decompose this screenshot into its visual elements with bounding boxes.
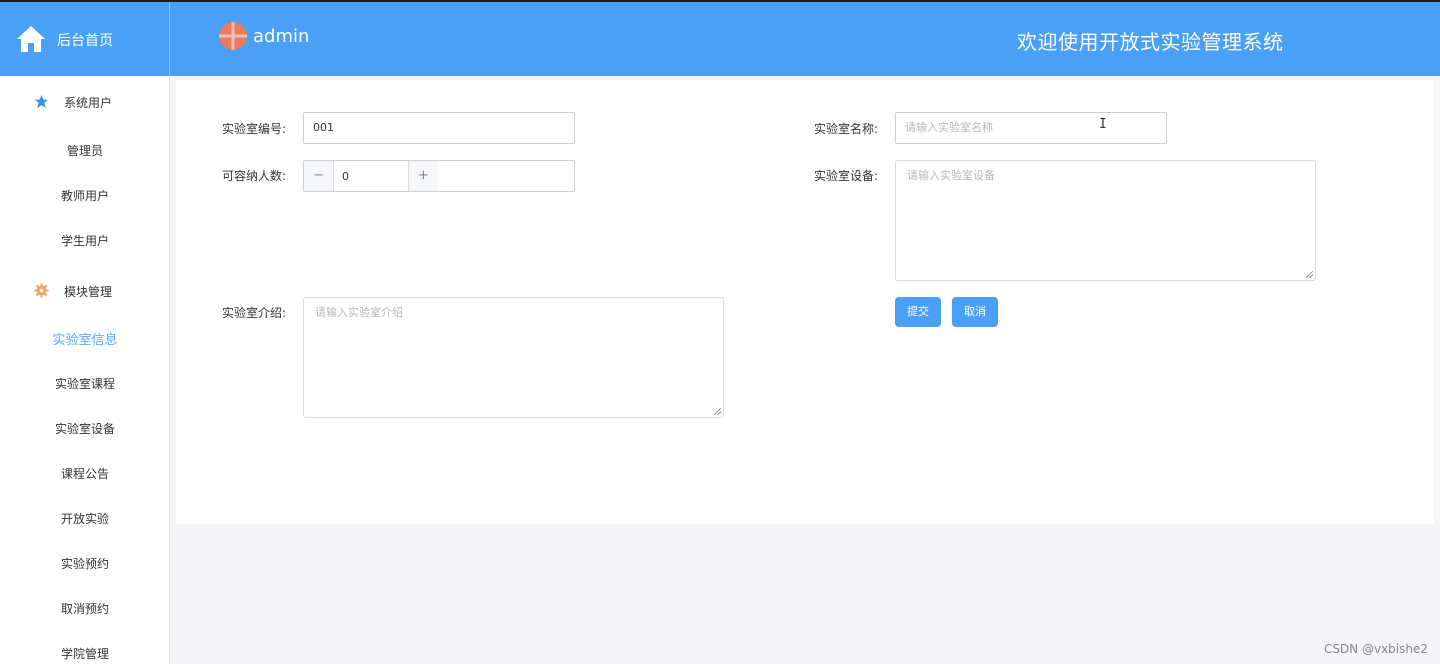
sidebar-item-lab-courses[interactable]: 实验室课程	[0, 375, 170, 392]
intro-placeholder: 请输入实验室介绍	[315, 306, 403, 319]
avatar-icon[interactable]	[219, 22, 247, 50]
decrement-button[interactable]: −	[304, 161, 334, 191]
cancel-button[interactable]: 取消	[952, 297, 998, 327]
sidebar-item-lab-equipment[interactable]: 实验室设备	[0, 420, 170, 437]
submit-button[interactable]: 提交	[895, 297, 941, 327]
gear-icon	[34, 283, 49, 298]
equipment-placeholder: 请输入实验室设备	[907, 169, 995, 182]
home-icon	[17, 26, 45, 52]
sidebar-item-teacher-users[interactable]: 教师用户	[0, 187, 170, 204]
system-title: 欢迎使用开放式实验管理系统	[1017, 30, 1284, 54]
lab-form-card: 实验室编号: 001 实验室名称: 请输入实验室名称 可容纳人数: − 0 + …	[176, 80, 1434, 524]
lab-number-label: 实验室编号:	[222, 122, 287, 136]
sidebar-item-lab-info[interactable]: 实验室信息	[0, 329, 170, 348]
brand-label: 后台首页	[57, 33, 113, 49]
sidebar-item-admin[interactable]: 管理员	[0, 142, 170, 159]
capacity-label: 可容纳人数:	[222, 169, 287, 183]
resize-handle-icon[interactable]	[1306, 271, 1313, 278]
sidebar-group-system-users[interactable]: 系统用户	[0, 76, 170, 126]
equipment-textarea[interactable]: 请输入实验室设备	[895, 160, 1316, 281]
username[interactable]: admin	[253, 26, 309, 47]
sidebar-item-course-announcements[interactable]: 课程公告	[0, 465, 170, 482]
sidebar-item-college-management[interactable]: 学院管理	[0, 645, 170, 662]
sidebar-group-label: 模块管理	[64, 285, 113, 299]
capacity-value[interactable]: 0	[342, 170, 349, 183]
sidebar-item-student-users[interactable]: 学生用户	[0, 232, 170, 249]
lab-name-input[interactable]: 请输入实验室名称	[895, 112, 1167, 144]
increment-button[interactable]: +	[408, 161, 438, 191]
sidebar-group-module-management[interactable]: 模块管理	[0, 265, 170, 315]
text-cursor-icon: I	[1099, 117, 1107, 132]
sidebar-item-experiment-booking[interactable]: 实验预约	[0, 555, 170, 572]
lab-number-input[interactable]: 001	[303, 112, 575, 144]
sidebar: 系统用户 管理员 教师用户 学生用户 模块管理 实验室信息 实验室课程 实验室设…	[0, 76, 170, 664]
lab-name-label: 实验室名称:	[814, 122, 879, 136]
sidebar-item-open-experiments[interactable]: 开放实验	[0, 510, 170, 527]
capacity-stepper[interactable]: − 0 +	[303, 160, 575, 192]
sidebar-group-label: 系统用户	[64, 96, 113, 110]
resize-handle-icon[interactable]	[714, 408, 721, 415]
top-header: 后台首页 admin 欢迎使用开放式实验管理系统	[0, 0, 1440, 76]
equipment-label: 实验室设备:	[814, 169, 879, 183]
intro-textarea[interactable]: 请输入实验室介绍	[303, 297, 724, 418]
brand-home-link[interactable]: 后台首页	[0, 2, 170, 76]
star-icon	[34, 94, 49, 109]
intro-label: 实验室介绍:	[222, 306, 287, 320]
watermark: CSDN @vxbishe2	[1323, 642, 1428, 656]
sidebar-item-cancel-booking[interactable]: 取消预约	[0, 600, 170, 617]
